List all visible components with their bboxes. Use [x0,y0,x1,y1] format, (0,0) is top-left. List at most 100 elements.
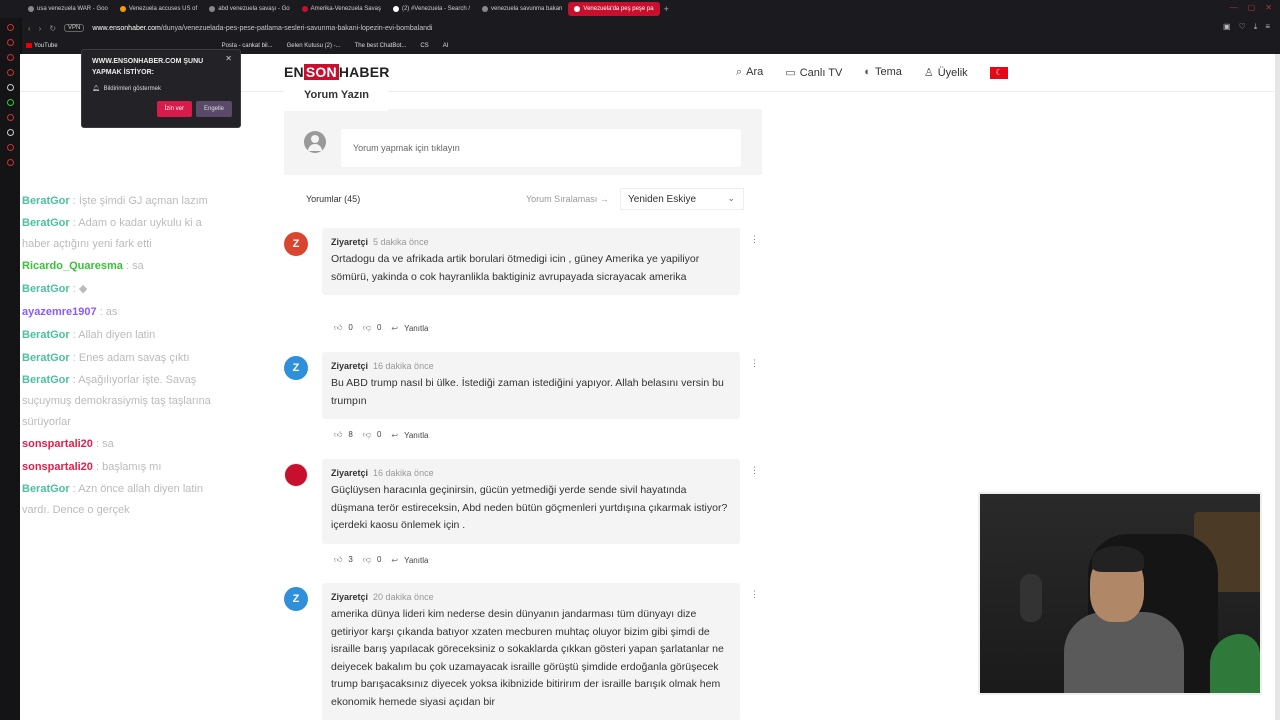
comment-more-icon[interactable]: ⋮ [750,465,759,476]
sidebar-app-icon[interactable] [6,84,14,91]
dislike-count: 0 [376,323,382,332]
dislike-button[interactable]: 👎︎ 0 [363,323,382,333]
block-button[interactable]: Engelle [195,101,232,117]
maximize-icon[interactable]: ▢ [1248,3,1256,12]
comment-author: Ziyaretçi [331,592,369,602]
menu-member[interactable]: ♙ Üyelik [924,66,968,79]
minimize-icon[interactable]: — [1230,3,1238,12]
chat-message: Ricardo_Quaresma : sa [22,255,232,278]
vpn-badge[interactable]: VPN [64,24,85,32]
comment-avatar: Z [284,232,308,256]
download-icon[interactable]: ⤓ [1254,22,1258,32]
chat-message: BeratGor : İşte şimdi GJ açman lazım [22,190,232,213]
page-scrollbar[interactable] [1275,54,1280,720]
dislike-button[interactable]: 👎︎ 0 [363,555,382,565]
like-button[interactable]: 👍︎ 3 [334,555,353,565]
close-icon[interactable]: ✕ [225,54,232,63]
thumbs-up-icon: 👍︎ [334,323,343,332]
browser-tab[interactable]: usa venezuela WAR - Goo [22,2,114,16]
tv-icon: ▭ [785,67,796,79]
reply-icon: ↩ [391,430,399,440]
bookmark-item[interactable]: The best ChatBot... [355,43,407,49]
tab-favicon-icon [574,6,581,12]
stream-chat-overlay: BeratGor : İşte şimdi GJ açman lazım Ber… [22,190,232,521]
comment-header: Ziyaretçi 16 dakika önce [331,361,731,371]
tab-label: abd venezuela savaşı - Go [218,6,290,12]
tab-favicon-icon [119,6,126,12]
turkey-flag-icon[interactable]: ☾ [990,67,1008,79]
sidebar-app-icon[interactable] [6,144,14,151]
sidebar-app-icon[interactable] [6,159,14,166]
like-button[interactable]: 👍︎ 8 [334,430,353,440]
chat-message: BeratGor : Allah diyen latin [22,324,232,347]
extension-icon[interactable]: ▣ [1223,22,1231,32]
comment-header: Ziyaretçi 16 dakika önce [331,468,731,478]
sidebar-app-icon[interactable] [6,69,14,76]
bookmark-item[interactable]: Gelen Kutusu (2) -... [287,43,341,49]
menu-theme[interactable]: ◐ Tema [864,66,902,79]
comment-actions: 👍︎ 3 👎︎ 0 ↩ Yanıtla [334,555,428,565]
sidebar-app-icon[interactable] [6,24,14,31]
chat-text: : sa [95,438,114,450]
logo-part: EN [284,64,304,80]
browser-tab[interactable]: Amerika-Venezuela Savaş [296,2,387,16]
menu-live-tv[interactable]: ▭ Canlı TV [785,66,842,79]
chat-user: BeratGor [22,352,70,364]
browser-tab[interactable]: Venezuela accuses US of [114,2,203,16]
site-logo[interactable]: EN SON HABER [284,64,390,80]
instagram-icon[interactable] [6,114,14,121]
comment-more-icon[interactable]: ⋮ [750,589,759,600]
comment-author: Ziyaretçi [331,468,369,478]
menu-search[interactable]: ⌕ Ara [736,66,763,79]
screen: usa venezuela WAR - Goo Venezuela accuse… [0,0,1280,720]
like-button[interactable]: 👍︎ 0 [334,323,353,333]
bookmark-item[interactable]: CS [420,43,428,49]
reply-icon: ↩ [391,323,399,333]
back-icon[interactable]: ‹ [28,24,31,33]
emote-icon: ◆ [78,283,88,295]
whatsapp-icon[interactable] [6,99,14,106]
sort-select[interactable]: Yeniden Eskiye ⌄ [620,188,744,210]
new-tab-icon[interactable]: + [664,4,669,14]
chat-user: BeratGor [22,283,70,295]
comment-text: Güçlüysen haracınla geçinirsin, gücün ye… [331,484,728,532]
dislike-button[interactable]: 👎︎ 0 [363,430,382,440]
reply-label: Yanıtla [404,430,429,440]
url-path: /dunya/venezuelada-pes-pese-patlama-sesl… [160,24,433,32]
sidebar-app-icon[interactable] [6,39,14,46]
comment-more-icon[interactable]: ⋮ [750,358,759,369]
browser-tab[interactable]: abd venezuela savaşı - Go [203,2,295,16]
close-icon[interactable]: ✕ [1265,3,1272,12]
search-icon: ⌕ [736,66,743,78]
comments-count: Yorumlar (45) [306,194,361,204]
chat-message: sonspartali20 : başlamış mı [22,456,232,479]
comment-more-icon[interactable]: ⋮ [750,234,759,245]
url-field[interactable]: www.ensonhaber.com/dunya/venezuelada-pes… [92,25,432,32]
chat-message: BeratGor : Enes adam savaş çıktı [22,347,232,370]
bookmark-item[interactable]: AI [443,43,449,49]
streamer-hair [1092,546,1144,572]
comment-input[interactable]: Yorum yapmak için tıklayın [341,129,741,167]
comment-bubble: Ziyaretçi 16 dakika önce Bu ABD trump nas… [322,352,740,420]
thumbs-down-icon: 👎︎ [362,555,371,564]
x-icon[interactable] [6,129,14,136]
menu-icon[interactable]: ≡ [1265,22,1270,32]
reply-button[interactable]: ↩ Yanıtla [391,324,428,333]
forward-icon[interactable]: › [39,24,42,33]
reply-button[interactable]: ↩ Yanıtla [391,431,428,440]
notification-permission-popup: WWW.ENSONHABER.COM ŞUNU YAPMAK İSTİYOR: … [81,49,241,128]
allow-button[interactable]: İzin ver [156,101,192,117]
sidebar-app-icon[interactable] [6,54,14,61]
bookmark-item[interactable]: YouTube [26,42,58,49]
bookmark-label: AI [442,43,449,49]
browser-tab[interactable]: (2) #Venezuela - Search / [387,2,476,16]
tab-favicon-icon [482,6,489,12]
chat-user: BeratGor [22,217,70,229]
browser-tab-active[interactable]: Venezuela'da peş peşe pa [568,2,660,16]
reply-button[interactable]: ↩ Yanıtla [391,556,428,565]
menu-label: Ara [746,66,764,78]
popup-buttons: İzin ver Engelle [156,101,232,117]
bookmark-icon[interactable]: ♡ [1239,22,1246,32]
browser-tab[interactable]: venezuela savunma bakan [476,2,568,16]
reload-icon[interactable]: ↻ [49,24,56,33]
